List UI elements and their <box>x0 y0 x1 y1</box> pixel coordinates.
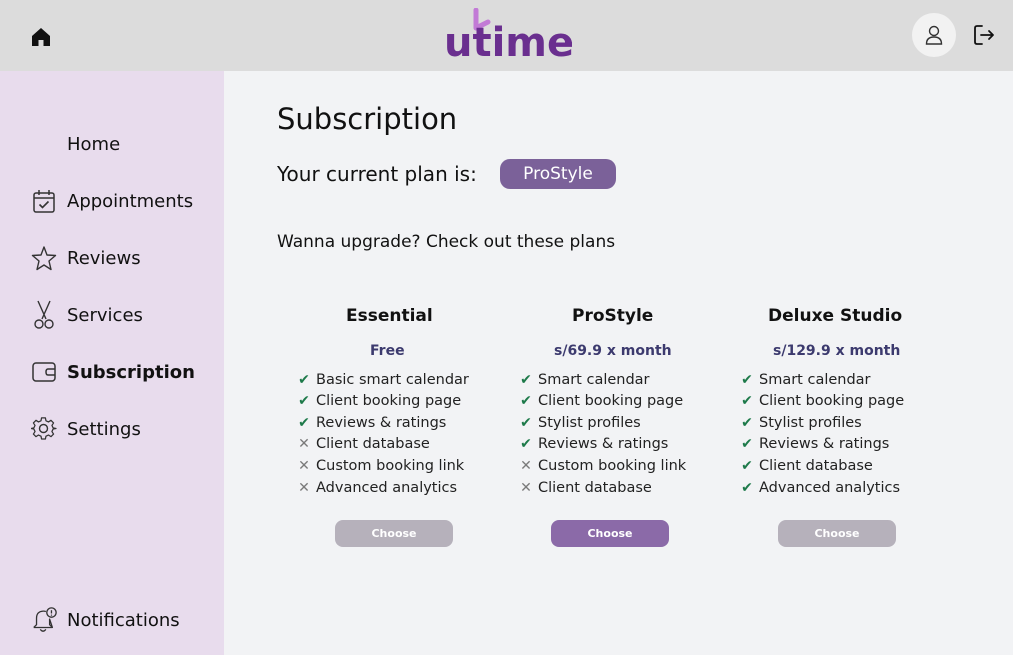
bell-alert-icon <box>30 606 58 634</box>
sidebar-item-notifications[interactable]: Notifications <box>30 605 180 635</box>
sidebar-item-label: Home <box>67 133 121 155</box>
plan-name: ProStyle <box>572 306 654 326</box>
plan-feature: ✔ Smart calendar <box>516 370 650 390</box>
cross-icon: ✕ <box>298 436 310 452</box>
plan-price: Free <box>370 343 405 359</box>
feature-text: Stylist profiles <box>538 415 641 431</box>
sidebar-item-services[interactable]: Services <box>30 300 143 330</box>
feature-text: Smart calendar <box>538 372 650 388</box>
cross-icon: ✕ <box>520 458 532 474</box>
current-plan-label: Your current plan is: <box>277 162 477 186</box>
feature-text: Stylist profiles <box>759 415 862 431</box>
plan-feature: ✔ Client database <box>737 456 873 476</box>
check-icon: ✔ <box>520 372 532 388</box>
feature-text: Client database <box>538 480 652 496</box>
sidebar-item-settings[interactable]: Settings <box>30 414 141 444</box>
feature-text: Client database <box>759 458 873 474</box>
check-icon: ✔ <box>741 415 753 431</box>
check-icon: ✔ <box>520 415 532 431</box>
plan-price: s/69.9 x month <box>554 343 672 359</box>
cross-icon: ✕ <box>520 480 532 496</box>
user-profile-button[interactable] <box>912 13 956 57</box>
plan-feature: ✕ Custom booking link <box>516 456 686 476</box>
plan-feature: ✔ Reviews & ratings <box>737 434 889 454</box>
feature-text: Advanced analytics <box>759 480 901 496</box>
upgrade-prompt: Wanna upgrade? Check out these plans <box>277 232 616 252</box>
plan-feature: ✔ Advanced analytics <box>737 478 900 498</box>
current-plan-badge: ProStyle <box>500 159 616 189</box>
plan-feature: ✕ Advanced analytics <box>294 478 457 498</box>
sidebar-item-label: Subscription <box>67 361 195 383</box>
check-icon: ✔ <box>741 458 753 474</box>
check-icon: ✔ <box>520 436 532 452</box>
check-icon: ✔ <box>741 480 753 496</box>
feature-text: Advanced analytics <box>316 480 458 496</box>
plan-feature: ✔ Stylist profiles <box>737 413 862 433</box>
app-logo[interactable]: utime <box>444 7 574 66</box>
plan-feature: ✔ Client booking page <box>516 391 683 411</box>
feature-text: Smart calendar <box>759 372 871 388</box>
check-icon: ✔ <box>298 415 310 431</box>
feature-text: Client database <box>316 436 430 452</box>
sidebar-item-label: Appointments <box>67 190 194 212</box>
plan-feature: ✕ Custom booking link <box>294 456 464 476</box>
logout-icon[interactable] <box>972 23 996 47</box>
check-icon: ✔ <box>298 372 310 388</box>
scissors-icon <box>30 300 58 329</box>
calendar-check-icon <box>30 187 58 215</box>
feature-text: Client booking page <box>316 393 462 409</box>
feature-text: Client booking page <box>538 393 684 409</box>
plan-price: s/129.9 x month <box>773 343 901 359</box>
sidebar-item-label: Services <box>67 304 143 326</box>
plan-feature: ✔ Client booking page <box>294 391 461 411</box>
plan-name: Deluxe Studio <box>768 306 903 326</box>
user-icon <box>925 25 943 45</box>
sidebar-item-appointments[interactable]: Appointments <box>30 186 193 216</box>
choose-essential-button[interactable]: Choose <box>335 520 453 547</box>
check-icon: ✔ <box>298 393 310 409</box>
cross-icon: ✕ <box>298 480 310 496</box>
feature-text: Client booking page <box>759 393 905 409</box>
sidebar-item-reviews[interactable]: Reviews <box>30 243 141 273</box>
feature-text: Reviews & ratings <box>759 436 890 452</box>
sidebar-item-label: Notifications <box>67 609 180 631</box>
feature-text: Reviews & ratings <box>538 436 669 452</box>
plan-feature: ✕ Client database <box>516 478 652 498</box>
sidebar-item-label: Reviews <box>67 247 141 269</box>
home-spacer <box>30 130 58 158</box>
feature-text: Basic smart calendar <box>316 372 469 388</box>
sidebar-item-label: Settings <box>67 418 141 440</box>
check-icon: ✔ <box>741 372 753 388</box>
check-icon: ✔ <box>741 436 753 452</box>
home-icon[interactable] <box>29 25 53 49</box>
choose-prostyle-button[interactable]: Choose <box>551 520 669 547</box>
top-bar: utime <box>0 0 1013 71</box>
star-icon <box>30 244 58 272</box>
check-icon: ✔ <box>741 393 753 409</box>
plan-feature: ✕ Client database <box>294 434 430 454</box>
gear-icon <box>30 415 58 443</box>
plan-feature: ✔ Reviews & ratings <box>294 413 446 433</box>
feature-text: Custom booking link <box>538 458 687 474</box>
sidebar-item-home[interactable]: Home <box>30 129 120 159</box>
sidebar: Home Appointments Reviews Services Subsc… <box>0 71 224 655</box>
page-title: Subscription <box>277 102 458 136</box>
plan-feature: ✔ Basic smart calendar <box>294 370 469 390</box>
plan-feature: ✔ Smart calendar <box>737 370 871 390</box>
sidebar-item-subscription[interactable]: Subscription <box>30 357 195 387</box>
check-icon: ✔ <box>520 393 532 409</box>
logo-text: utime <box>444 20 572 62</box>
cross-icon: ✕ <box>298 458 310 474</box>
plan-feature: ✔ Reviews & ratings <box>516 434 668 454</box>
plan-name: Essential <box>346 306 433 326</box>
plan-feature: ✔ Stylist profiles <box>516 413 641 433</box>
choose-deluxe-studio-button[interactable]: Choose <box>778 520 896 547</box>
plan-feature: ✔ Client booking page <box>737 391 904 411</box>
feature-text: Custom booking link <box>316 458 465 474</box>
wallet-icon <box>30 358 58 386</box>
feature-text: Reviews & ratings <box>316 415 447 431</box>
